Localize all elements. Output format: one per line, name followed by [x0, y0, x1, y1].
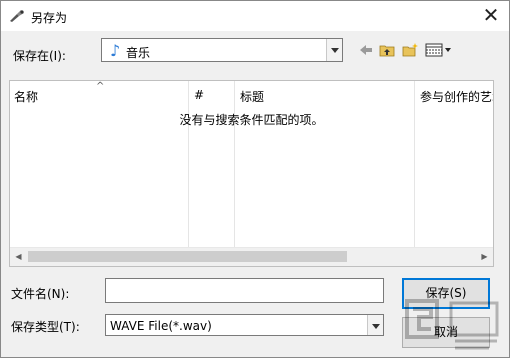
column-divider — [188, 81, 189, 248]
back-arrow-icon[interactable] — [358, 43, 374, 57]
save-as-dialog: 另存为 ✕ 保存在(I): ♪ 音乐 ^ 名称 # 标题 参与创作的艺术 — [0, 0, 510, 358]
column-divider — [414, 81, 415, 248]
view-menu-icon[interactable] — [425, 43, 453, 57]
filename-label: 文件名(N): — [11, 287, 70, 301]
horizontal-scrollbar[interactable]: ◀ ▶ — [10, 247, 493, 266]
empty-message: 没有与搜索条件匹配的项。 — [179, 113, 324, 127]
location-combo[interactable]: ♪ 音乐 — [101, 38, 343, 62]
column-header-name[interactable]: 名称 — [10, 81, 188, 107]
title-bar: 另存为 ✕ — [1, 1, 509, 31]
filetype-value: WAVE File(*.wav) — [110, 319, 212, 333]
app-icon — [10, 10, 24, 22]
file-list[interactable]: ^ 名称 # 标题 参与创作的艺术 没有与搜索条件匹配的项。 ◀ ▶ — [9, 80, 494, 267]
scroll-left-icon[interactable]: ◀ — [10, 248, 27, 265]
close-icon[interactable]: ✕ — [479, 4, 503, 28]
new-folder-icon[interactable] — [402, 43, 418, 57]
scrollbar-thumb[interactable] — [28, 251, 347, 262]
filename-field[interactable] — [105, 278, 384, 303]
watermark-logo — [405, 299, 499, 350]
location-value: 音乐 — [126, 46, 151, 60]
column-header-artist[interactable]: 参与创作的艺术 — [416, 81, 493, 107]
chevron-down-icon[interactable] — [326, 39, 342, 61]
filetype-label: 保存类型(T): — [11, 320, 80, 334]
location-label: 保存在(I): — [13, 49, 66, 63]
up-folder-icon[interactable] — [379, 43, 395, 57]
column-header-number[interactable]: # — [190, 81, 234, 107]
scroll-right-icon[interactable]: ▶ — [476, 248, 493, 265]
filetype-combo[interactable]: WAVE File(*.wav) — [105, 314, 384, 336]
column-divider — [234, 81, 235, 248]
music-note-icon: ♪ — [110, 41, 121, 60]
column-header-title[interactable]: 标题 — [236, 81, 416, 107]
chevron-down-icon[interactable] — [367, 315, 383, 335]
window-title: 另存为 — [31, 11, 68, 25]
list-header: ^ 名称 # 标题 参与创作的艺术 — [10, 81, 493, 107]
